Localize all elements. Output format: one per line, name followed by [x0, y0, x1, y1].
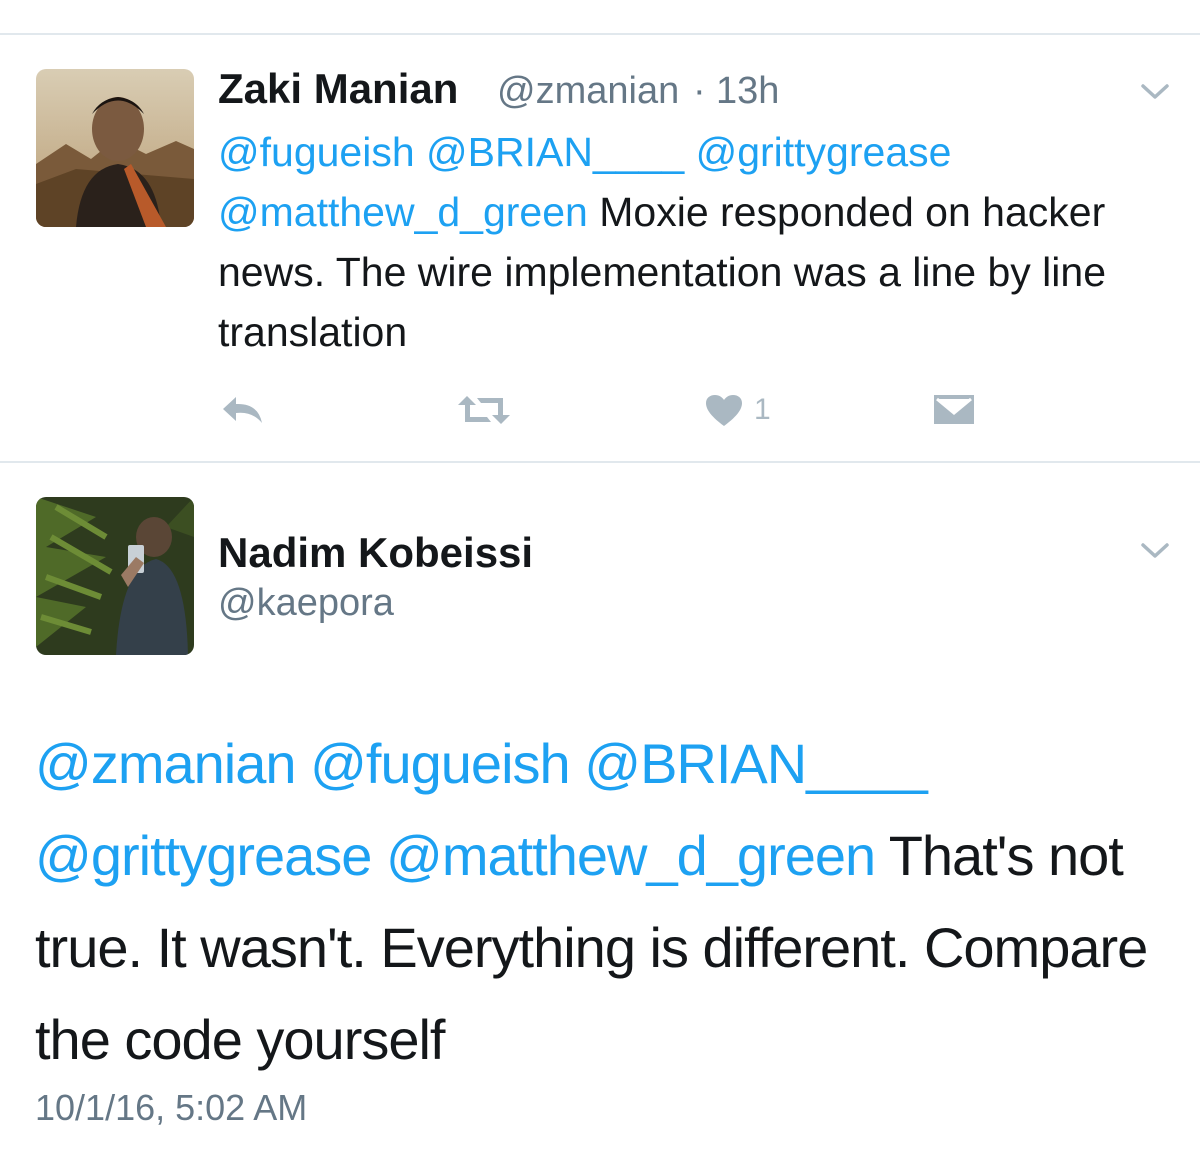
timestamp[interactable]: 10/1/16, 5:02 AM — [35, 1087, 307, 1129]
mention-link[interactable]: @matthew_d_green — [218, 189, 588, 235]
chevron-down-icon[interactable] — [1140, 82, 1170, 102]
like-count: 1 — [754, 393, 771, 426]
mention-link[interactable]: @matthew_d_green — [386, 824, 876, 887]
mention-link[interactable]: @BRIAN____ — [426, 129, 684, 175]
handle[interactable]: @zmanian — [497, 70, 679, 113]
time-separator: · — [693, 70, 706, 112]
mention-link[interactable]: @fugueish — [310, 732, 571, 795]
avatar-zaki[interactable] — [36, 69, 194, 227]
heart-icon[interactable] — [705, 394, 743, 428]
tweet-divider — [0, 461, 1200, 463]
timestamp-relative[interactable]: 13h — [716, 70, 779, 113]
reply-icon[interactable] — [220, 393, 266, 427]
avatar-nadim[interactable] — [36, 497, 194, 655]
mention-link[interactable]: @grittygrease — [696, 129, 952, 175]
top-divider — [0, 33, 1200, 35]
chevron-down-icon[interactable] — [1140, 541, 1170, 561]
mention-link[interactable]: @grittygrease — [35, 824, 372, 887]
envelope-icon[interactable] — [932, 392, 976, 426]
tweet-text: @zmanian @fugueish @BRIAN____ @grittygre… — [35, 718, 1175, 1086]
display-name[interactable]: Nadim Kobeissi — [218, 529, 533, 577]
mention-link[interactable]: @zmanian — [35, 732, 297, 795]
retweet-icon[interactable] — [455, 393, 513, 427]
display-name[interactable]: Zaki Manian — [218, 65, 458, 113]
mention-link[interactable]: @fugueish — [218, 129, 415, 175]
tweet-text: @fugueish @BRIAN____ @grittygrease @matt… — [218, 122, 1178, 362]
mention-link[interactable]: @BRIAN____ — [584, 732, 928, 795]
handle[interactable]: @kaepora — [218, 582, 394, 625]
